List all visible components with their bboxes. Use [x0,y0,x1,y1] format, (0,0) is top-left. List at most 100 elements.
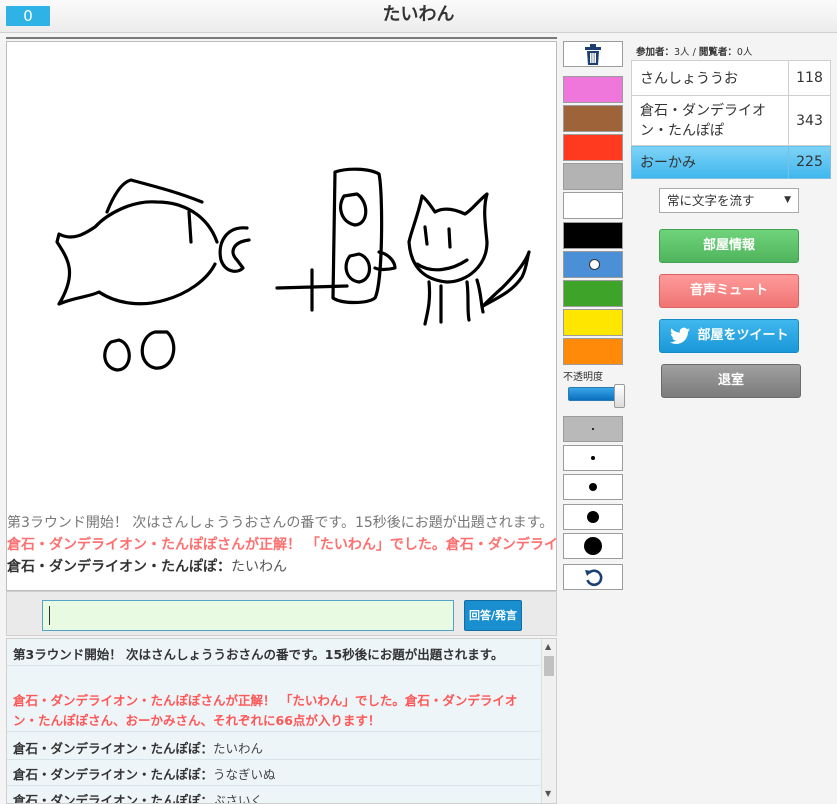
stroke-fish-body [55,200,219,306]
header-bar: たいわん 0 [0,0,837,33]
twitter-bird-icon [670,327,690,344]
message-scroll-select[interactable]: 常に文字を流す ▼ [659,188,799,213]
color-swatch[interactable] [563,338,623,365]
stroke-box-top [339,192,368,227]
player-score: 118 [788,60,831,96]
color-swatch[interactable] [563,192,623,219]
player-row: さんしょううお 118 [631,60,831,96]
chat-name: 倉石・ダンデライオン・たんぽぽ： [13,793,214,804]
overlay-chat-text: たいわん [231,559,287,575]
overlay-chat-name: 倉石・ダンデライオン・たんぽぽ： [7,559,231,575]
stroke-plus [275,268,349,312]
player-name: さんしょううお [631,60,789,96]
opacity-handle[interactable] [614,384,625,408]
stroke-fish-eye [187,210,193,244]
player-row: 倉石・ダンデライオン・たんぽぽ 343 [631,95,831,146]
score-badge: 0 [6,6,50,26]
separator: / [689,47,699,58]
color-swatch[interactable] [563,222,623,249]
tweet-label: 部屋をツイート [697,328,789,343]
color-swatch[interactable] [563,309,623,336]
text-caret [49,606,50,625]
overlay-chat: 倉石・ダンデライオン・たんぽぽ：たいわん [7,556,556,578]
stroke-box-side [373,250,397,272]
player-name: 倉石・ダンデライオン・たんぽぽ [631,95,789,146]
opacity-slider[interactable] [568,384,625,408]
brush-dot-icon [591,456,595,460]
color-swatch[interactable] [563,105,623,132]
participants-count: 3人 [674,47,690,58]
brush-dot-icon [584,537,602,555]
stroke-cat-body [423,278,485,326]
divider [6,37,557,39]
room-info-button[interactable]: 部屋情報 [659,229,799,263]
viewers-count: 0人 [736,47,753,58]
overlay-announce: 第3ラウンド開始！ 次はさんしょううおさんの番です。15秒後にお題が出題されます… [7,515,554,531]
stroke-bubble-1 [103,338,131,372]
brush-size-button[interactable] [563,504,623,530]
player-row-current: おーかみ 225 [631,145,831,179]
page-title: たいわん [382,4,455,25]
chat-item: 倉石・ダンデライオン・たんぽぽさんが正解！ 「たいわん」でした。倉石・ダンデライ… [7,691,540,732]
stroke-box-bottom [344,252,372,284]
chat-log[interactable]: 第3ラウンド開始！ 次はさんしょううおさんの番です。15秒後にお題が出題されます… [6,638,557,804]
drawing [55,167,531,372]
color-swatch[interactable] [563,251,623,278]
chat-item: 倉石・ダンデライオン・たんぽぽ：たいわん [7,739,540,760]
brush-size-button[interactable] [563,445,623,471]
color-swatch[interactable] [563,163,623,190]
chat-scrollbar[interactable]: ▲ ▼ [541,639,556,803]
participant-counter: 参加者：3人 / 閲覧者：0人 [636,44,752,58]
chat-name: 倉石・ダンデライオン・たんぽぽ： [13,741,214,756]
chevron-down-icon: ▼ [784,195,791,205]
chat-text: うなぎいぬ [213,767,276,782]
overlay-correct: 倉石・ダンデライオン・たんぽぽさんが正解！ 「たいわん」でした。倉石・ダンデライ… [7,537,557,553]
stroke-cat-eye-left [423,225,429,246]
brush-size-button[interactable] [563,416,623,442]
brush-size-button[interactable] [563,474,623,500]
brush-dot-icon [587,511,599,523]
scroll-thumb[interactable] [544,656,554,676]
stroke-fish-mouth [218,226,251,273]
brush-size-button[interactable] [563,533,623,559]
leave-room-button[interactable]: 退室 [661,364,801,398]
opacity-track[interactable] [568,387,620,401]
scroll-down-arrow-icon[interactable]: ▼ [545,789,551,798]
stroke-cat-mouth [415,258,469,272]
chat-item: 倉石・ダンデライオン・たんぽぽ：ぶさいく [7,791,540,804]
chat-item: 第3ラウンド開始！ 次はさんしょううおさんの番です。15秒後にお題が出題されます… [7,645,540,666]
participants-label: 参加者： [636,47,675,58]
chat-text: たいわん [213,741,264,756]
mute-button[interactable]: 音声ミュート [659,274,799,308]
scroll-select-value: 常に文字を流す [667,193,755,208]
clear-canvas-button[interactable] [563,41,623,67]
tweet-room-button[interactable]: 部屋をツイート [659,319,799,353]
opacity-label: 不透明度 [563,372,603,383]
trash-icon [585,44,601,65]
undo-button[interactable] [563,564,623,590]
drawing-canvas[interactable]: 第3ラウンド開始！ 次はさんしょううおさんの番です。15秒後にお題が出題されます… [6,41,557,591]
stroke-cat-tail [481,250,531,308]
player-score: 343 [788,95,831,146]
selected-indicator-icon [589,259,600,270]
stroke-cat-eye-right [447,227,452,249]
answer-bar: 回答/発言 [6,591,557,636]
brush-dot-icon [592,428,594,430]
answer-submit-button[interactable]: 回答/発言 [464,600,522,631]
chat-item: 倉石・ダンデライオン・たんぽぽ：うなぎいぬ [7,765,540,786]
color-swatch[interactable] [563,76,623,103]
chat-text: ぶさいく [213,793,264,804]
brush-dot-icon [589,483,597,491]
color-swatch[interactable] [563,280,623,307]
color-swatch[interactable] [563,134,623,161]
player-name: おーかみ [631,145,789,179]
answer-input[interactable] [42,600,454,631]
viewers-label: 閲覧者： [698,47,737,58]
scroll-up-arrow-icon[interactable]: ▲ [545,642,551,651]
player-score: 225 [788,145,831,179]
stroke-bubble-2 [140,330,176,370]
undo-icon [585,569,603,587]
player-list: さんしょううお 118 倉石・ダンデライオン・たんぽぽ 343 おーかみ 225 [631,60,831,179]
chat-name: 倉石・ダンデライオン・たんぽぽ： [13,767,214,782]
canvas-message-overlay: 第3ラウンド開始！ 次はさんしょううおさんの番です。15秒後にお題が出題されます… [7,512,557,578]
